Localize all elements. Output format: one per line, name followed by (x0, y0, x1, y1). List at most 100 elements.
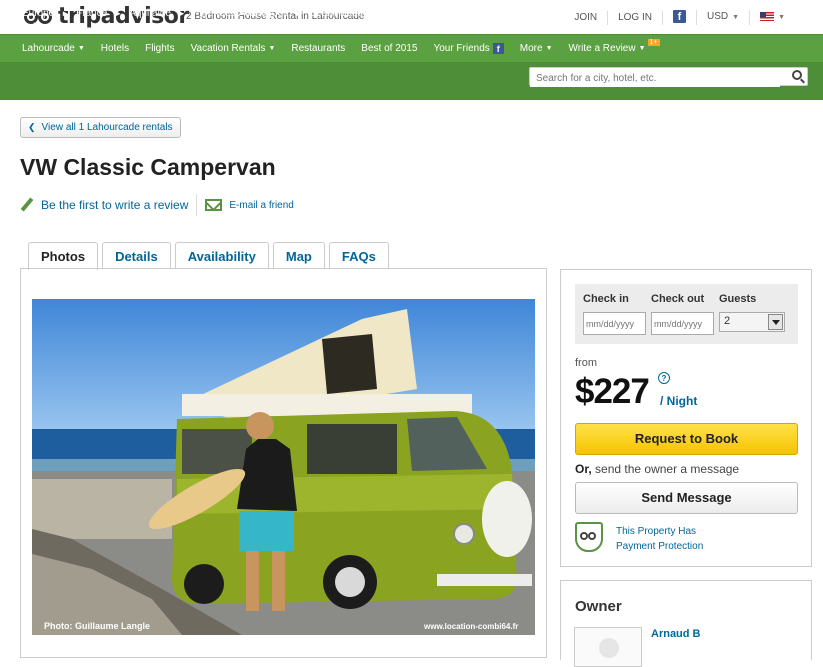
nav-label: Hotels (100, 43, 130, 54)
message-prompt-text: send the owner a message (591, 462, 740, 476)
join-link[interactable]: JOIN (564, 10, 609, 25)
currency-label: USD (707, 11, 729, 22)
nav-label: Best of 2015 (361, 43, 418, 54)
guests-value: 2 (724, 315, 731, 327)
nav-flights[interactable]: Flights (145, 43, 174, 54)
breadcrumb-pyrenees[interactable]: Pyrenees-Atlantiques (193, 8, 288, 19)
date-picker-row: Check in Check out Guests 2 (575, 284, 798, 344)
nav-label: Vacation Rentals (190, 43, 266, 54)
facebook-icon: f (673, 10, 686, 23)
search-input[interactable] (530, 70, 780, 87)
chevron-down-icon: ▼ (778, 14, 785, 21)
checkout-label: Check out (651, 293, 705, 305)
breadcrumb-bearn[interactable]: Bearn (433, 8, 460, 19)
email-friend-link[interactable]: E-mail a friend (229, 200, 293, 211)
account-nav: JOIN LOG IN f USD ▼ ▼ (564, 10, 795, 25)
breadcrumb-europe[interactable]: Europe (22, 8, 54, 19)
pencil-icon (20, 198, 34, 212)
breadcrumb-aquitaine[interactable]: Aquitaine (129, 8, 171, 19)
owner-heading: Owner (575, 598, 622, 615)
campervan-photo-illustration: Photo: Guillaume Langle www.location-com… (32, 299, 535, 635)
page-title: VW Classic Campervan (20, 154, 276, 180)
payment-protection-link[interactable]: This Property Has Payment Protection (616, 524, 703, 554)
protection-line-2: Payment Protection (616, 541, 704, 552)
owner-avatar[interactable] (574, 627, 642, 667)
breadcrumb-lahourcade[interactable]: Lahourcade (22, 22, 75, 33)
chevron-down-icon: ▼ (638, 45, 646, 52)
per-night-label: / Night (660, 394, 698, 408)
chevron-right-icon: ► (294, 9, 303, 18)
chevron-down-icon: ▼ (545, 45, 553, 52)
guests-label: Guests (719, 293, 757, 305)
guests-select[interactable]: 2 (719, 312, 785, 332)
nav-label: Restaurants (291, 43, 346, 54)
chevron-down-icon: ▼ (77, 45, 85, 52)
language-select[interactable]: ▼ (750, 10, 795, 25)
dropdown-arrow-icon (768, 314, 783, 330)
listing-photo[interactable]: Photo: Guillaume Langle www.location-com… (32, 299, 535, 635)
checkin-input[interactable] (583, 312, 646, 335)
checkin-label: Check in (583, 293, 629, 305)
nav-label: More (519, 43, 543, 54)
send-message-button[interactable]: Send Message (575, 482, 798, 514)
breadcrumb: Europe ► France ► Aquitaine ► Pyrenees-Atlanti… (22, 7, 502, 35)
owner-panel: Owner Arnaud B (560, 580, 812, 667)
tab-details[interactable]: Details (102, 242, 171, 269)
nav-label: Write a Review (568, 43, 636, 54)
chevron-down-icon: ▼ (268, 45, 276, 52)
breadcrumb-bearn-basque[interactable]: Bearn-Basque Country (310, 8, 412, 19)
login-link[interactable]: LOG IN (608, 10, 663, 25)
payment-protection-shield-icon (575, 522, 603, 552)
us-flag-icon (760, 11, 775, 21)
tab-faqs[interactable]: FAQs (328, 242, 389, 269)
photo-credit-left: Photo: Guillaume Langle (44, 621, 150, 631)
facebook-button[interactable]: f (663, 10, 697, 25)
chevron-right-icon: ► (467, 9, 476, 18)
view-all-label: View all 1 Lahourcade rentals (41, 122, 173, 133)
photo-credit-right: www.location-combi64.fr (423, 622, 518, 631)
nav-hotels[interactable]: Hotels (101, 43, 129, 54)
search-icon[interactable] (792, 70, 802, 80)
nav-best-of[interactable]: Best of 2015 (361, 43, 417, 54)
listing-actions: Be the first to write a review E-mail a … (20, 194, 294, 216)
protection-line-1: This Property Has (616, 526, 697, 537)
nav-label: Lahourcade (22, 43, 75, 54)
nav-label: Your Friends (433, 43, 490, 54)
photo-panel: Photo: Guillaume Langle www.location-com… (20, 268, 547, 658)
nav-lahourcade[interactable]: Lahourcade ▼ (22, 43, 85, 54)
booking-panel: Check in Check out Guests 2 from $227 ? … (560, 269, 812, 567)
new-badge: 1+ (647, 39, 660, 46)
currency-select[interactable]: USD ▼ (697, 10, 751, 25)
main-nav: Lahourcade ▼ Hotels Flights Vacation Rent… (0, 34, 823, 62)
chevron-right-icon: ► (61, 9, 70, 18)
nav-write-review[interactable]: Write a Review ▼ 1+ (568, 39, 660, 54)
price-value: $227 (575, 372, 650, 411)
divider (196, 194, 198, 216)
help-icon[interactable]: ? (658, 372, 670, 384)
chevron-left-icon: ❮ (28, 122, 36, 132)
nav-restaurants[interactable]: Restaurants (291, 43, 345, 54)
from-label: from (575, 357, 597, 369)
tab-photos[interactable]: Photos (28, 242, 99, 270)
view-all-rentals-link[interactable]: ❮ View all 1 Lahourcade rentals (20, 117, 181, 138)
breadcrumb-france[interactable]: France (76, 8, 107, 19)
envelope-icon (205, 199, 223, 211)
tab-availability[interactable]: Availability (174, 242, 269, 269)
facebook-icon: f (492, 43, 504, 54)
nav-vacation-rentals[interactable]: Vacation Rentals ▼ (191, 43, 276, 54)
search-box (529, 67, 808, 87)
chevron-down-icon: ▼ (732, 14, 740, 21)
request-to-book-button[interactable]: Request to Book (575, 423, 798, 455)
nav-label: Flights (145, 43, 175, 54)
nav-your-friends[interactable]: Your Friends f (433, 43, 504, 54)
chevron-right-icon: ► (418, 9, 427, 18)
listing-tabs: Photos Details Availability Map FAQs (28, 242, 393, 270)
message-prompt: Or, send the owner a message (575, 462, 739, 476)
checkout-input[interactable] (651, 312, 714, 335)
nav-more[interactable]: More ▼ (520, 43, 553, 54)
owner-name-link[interactable]: Arnaud B (651, 628, 701, 640)
chevron-right-icon: ► (114, 9, 123, 18)
write-review-link[interactable]: Be the first to write a review (41, 198, 188, 212)
chevron-right-icon: ► (177, 9, 186, 18)
tab-map[interactable]: Map (272, 242, 325, 269)
